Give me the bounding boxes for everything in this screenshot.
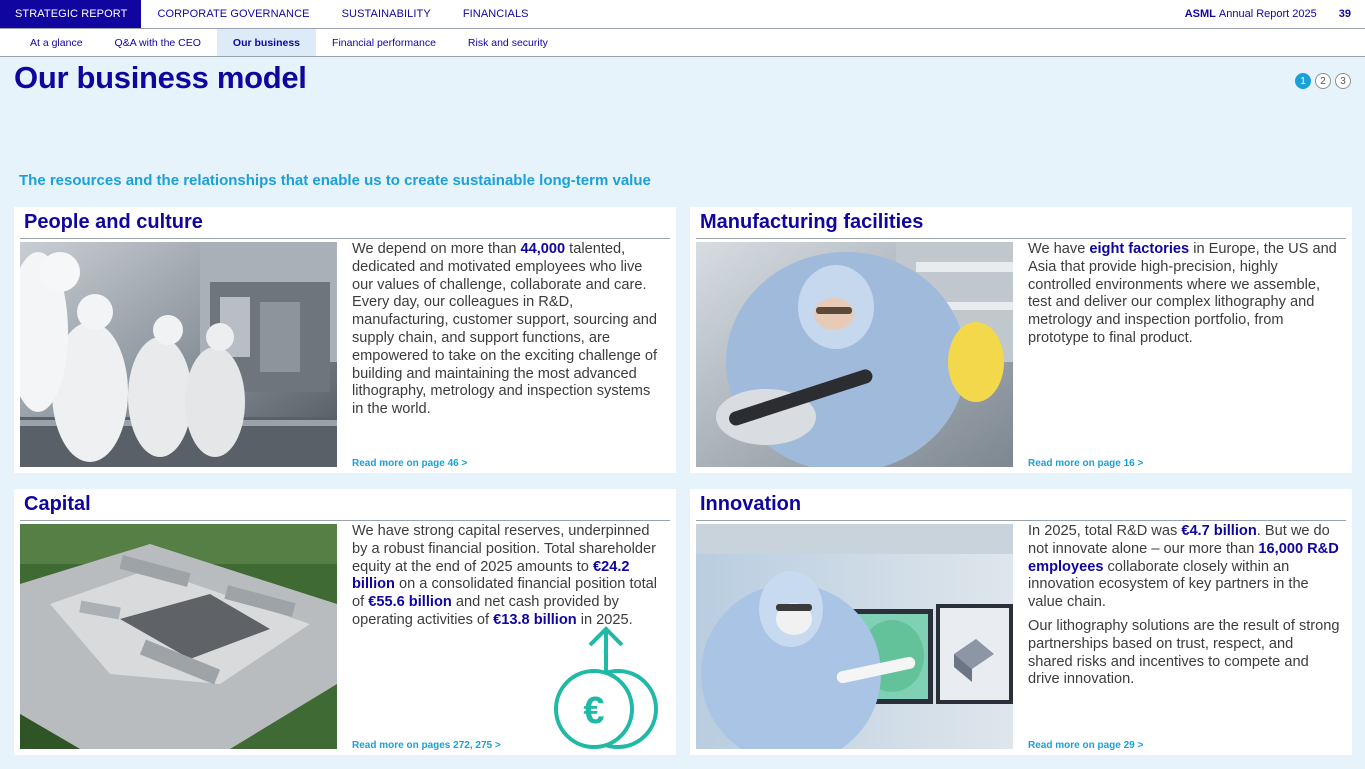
pager-dot-3[interactable]: 3 [1335, 73, 1351, 89]
card-title: People and culture [24, 211, 203, 233]
subnav-at-a-glance[interactable]: At a glance [14, 29, 99, 56]
card-divider [696, 520, 1346, 521]
read-more-link[interactable]: Read more on page 29 > [1028, 740, 1143, 751]
card-body: In 2025, total R&D was €4.7 billion. But… [1028, 523, 1340, 688]
tab-strategic-report[interactable]: STRATEGIC REPORT [0, 0, 142, 28]
top-navigation: STRATEGIC REPORT CORPORATE GOVERNANCE SU… [0, 0, 1365, 29]
pager-dot-1[interactable]: 1 [1295, 73, 1311, 89]
brand-name: ASML [1184, 8, 1216, 20]
tab-corporate-governance[interactable]: CORPORATE GOVERNANCE [141, 0, 325, 28]
card-divider [696, 238, 1346, 239]
card-title: Innovation [700, 493, 802, 515]
card-title: Capital [24, 493, 91, 515]
subnav-financial-performance[interactable]: Financial performance [316, 29, 452, 56]
card-body: We depend on more than 44,000 talented, … [352, 241, 658, 418]
subnav-qa-with-ceo[interactable]: Q&A with the CEO [99, 29, 217, 56]
card-manufacturing-facilities: Manufacturing facilities We have eight f… [690, 207, 1352, 473]
tab-sustainability[interactable]: SUSTAINABILITY [326, 0, 447, 28]
report-name: Annual Report 2025 [1218, 8, 1317, 20]
card-people-and-culture: People and culture We depend on more tha… [14, 207, 676, 473]
researcher-screen-photo [696, 524, 1013, 749]
read-more-link[interactable]: Read more on pages 272, 275 > [352, 740, 501, 751]
report-info: ASML Annual Report 2025 39 [1185, 0, 1365, 28]
card-body-secondary: Our lithography solutions are the result… [1028, 617, 1340, 688]
euro-coin-arrow-icon: € [554, 626, 658, 749]
card-body: We have strong capital reserves, underpi… [352, 523, 658, 628]
card-innovation: Innovation In 2025, total R&D was €4.7 b… [690, 489, 1352, 755]
card-divider [20, 520, 670, 521]
page-pager: 1 2 3 [1295, 73, 1351, 89]
card-body: We have eight factories in Europe, the U… [1028, 241, 1337, 346]
read-more-link[interactable]: Read more on page 16 > [1028, 458, 1143, 469]
read-more-link[interactable]: Read more on page 46 > [352, 458, 467, 469]
tab-financials[interactable]: FINANCIALS [447, 0, 545, 28]
campus-aerial-photo [20, 524, 337, 749]
cleanroom-team-photo [20, 242, 337, 467]
card-divider [20, 238, 670, 239]
pager-dot-2[interactable]: 2 [1315, 73, 1331, 89]
page-number: 39 [1338, 8, 1351, 20]
subnav-risk-and-security[interactable]: Risk and security [452, 29, 564, 56]
section-tagline: The resources and the relationships that… [19, 172, 651, 189]
card-capital: Capital We have strong capital reserves,… [14, 489, 676, 755]
svg-text:€: € [583, 690, 604, 732]
sub-navigation: At a glance Q&A with the CEO Our busines… [0, 29, 1365, 57]
card-title: Manufacturing facilities [700, 211, 924, 233]
page-title: Our business model [14, 60, 307, 95]
subnav-our-business[interactable]: Our business [216, 29, 317, 56]
cleanroom-technician-photo [696, 242, 1013, 467]
